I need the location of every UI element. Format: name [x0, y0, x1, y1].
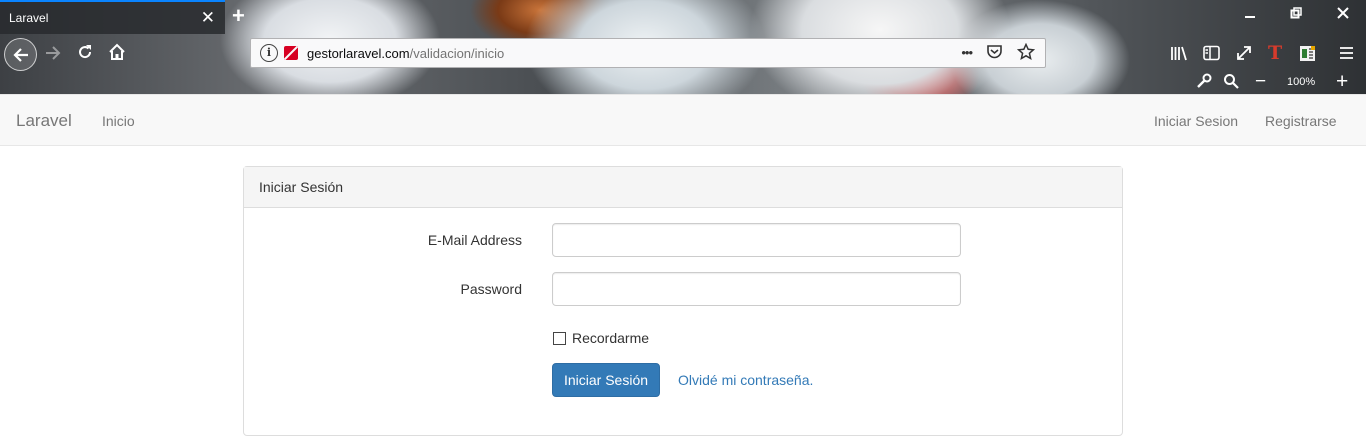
insecure-lock-icon[interactable]	[284, 46, 298, 60]
panel-heading: Iniciar Sesión	[244, 167, 1122, 208]
password-field[interactable]	[552, 272, 961, 306]
zoom-in-button[interactable]: +	[1336, 70, 1348, 94]
tools-icon[interactable]	[1196, 73, 1212, 94]
back-icon[interactable]	[4, 38, 37, 71]
email-field[interactable]	[552, 223, 961, 257]
home-icon[interactable]	[108, 43, 126, 67]
navbar-brand[interactable]: Laravel	[16, 111, 72, 131]
url-path: /validacion/inicio	[409, 45, 505, 61]
restore-icon[interactable]	[1281, 6, 1311, 23]
reload-icon[interactable]	[76, 43, 94, 67]
new-tab-button[interactable]: +	[232, 3, 245, 29]
login-panel: Iniciar Sesión E-Mail Address Password R…	[243, 166, 1123, 436]
extension-t-icon[interactable]: T	[1268, 42, 1282, 64]
tab-title: Laravel	[9, 11, 49, 25]
forgot-password-link[interactable]: Olvidé mi contraseña.	[678, 372, 813, 388]
extension-reader-icon[interactable]	[1299, 45, 1316, 66]
page-actions-icon[interactable]: •••	[961, 43, 973, 66]
nav-link-inicio[interactable]: Inicio	[102, 113, 135, 129]
fullscreen-icon[interactable]	[1236, 45, 1252, 65]
nav-link-registrarse[interactable]: Registrarse	[1265, 113, 1337, 129]
menu-icon[interactable]	[1338, 45, 1355, 65]
navbar: Laravel Inicio Iniciar Sesion Registrars…	[0, 94, 1366, 146]
remember-label[interactable]: Recordarme	[572, 330, 649, 346]
bookmark-star-icon[interactable]	[1016, 42, 1036, 66]
search-icon[interactable]	[1223, 73, 1239, 94]
url-text[interactable]: gestorlaravel.com/validacion/inicio	[307, 46, 504, 61]
pocket-icon[interactable]	[986, 43, 1003, 66]
info-icon[interactable]: i	[260, 44, 278, 62]
browser-chrome: Laravel ✕ + i gestorlaravel.com/validaci…	[0, 0, 1366, 94]
url-actions: •••	[961, 42, 1036, 66]
tab-close-icon[interactable]: ✕	[201, 8, 215, 28]
library-icon[interactable]	[1170, 45, 1188, 65]
remember-checkbox[interactable]	[553, 332, 566, 345]
password-label: Password	[460, 281, 522, 297]
nav-link-iniciar-sesion[interactable]: Iniciar Sesion	[1154, 113, 1238, 129]
email-label: E-Mail Address	[427, 232, 522, 248]
url-host: gestorlaravel.com	[307, 45, 410, 61]
browser-tab[interactable]: Laravel ✕	[0, 0, 225, 34]
zoom-level[interactable]: 100%	[1287, 76, 1315, 88]
forward-icon[interactable]	[44, 44, 62, 68]
login-submit-button[interactable]: Iniciar Sesión	[552, 363, 660, 397]
sidebar-icon[interactable]	[1203, 45, 1220, 65]
minimize-icon[interactable]	[1235, 6, 1265, 23]
zoom-out-button[interactable]: −	[1255, 71, 1266, 93]
url-bar[interactable]: i gestorlaravel.com/validacion/inicio ••…	[250, 38, 1046, 68]
window-close-icon[interactable]	[1328, 6, 1358, 23]
